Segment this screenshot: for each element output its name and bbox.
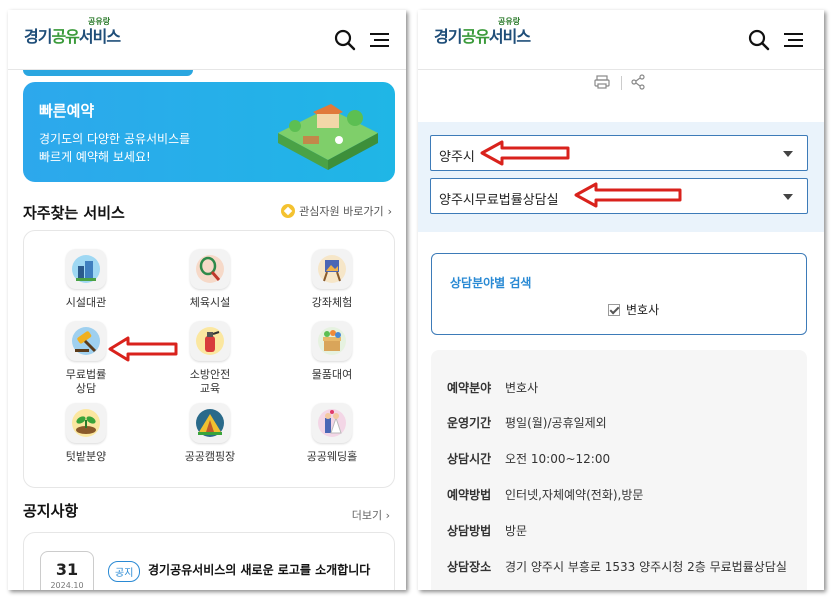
notice-more-link[interactable]: 더보기 ›	[352, 507, 390, 523]
lawyer-checkbox[interactable]: 변호사	[608, 301, 659, 318]
service-label: 소방안전 교육	[189, 368, 231, 395]
notice-day: 31	[55, 560, 79, 579]
farm-illustration-icon	[278, 104, 378, 170]
notice-card[interactable]: 31 2024.10 공지 경기공유서비스의 새로운 로고를 소개합니다	[23, 532, 395, 590]
banner-desc-line2: 빠르게 예약해 보세요!	[39, 150, 151, 164]
service-label: 강좌체험	[311, 296, 353, 309]
search-icon[interactable]	[332, 27, 358, 53]
service-public-camping[interactable]: 공공캠핑장	[160, 403, 260, 464]
header: 경기공유서비스 공유랑	[418, 10, 824, 70]
detail-key: 예약분야	[447, 381, 492, 395]
services-grid: 시설대관 체육시설 강좌체험 무료법률 상담 소방안전 교육 물품대여 텃밭분양…	[23, 230, 395, 488]
box-icon	[312, 321, 352, 361]
racket-icon	[190, 249, 230, 289]
detail-key: 상담장소	[447, 560, 492, 574]
divider	[621, 76, 622, 90]
service-label: 공공웨딩홀	[306, 450, 358, 463]
service-label: 텃밭분양	[65, 450, 107, 463]
quick-reservation-banner[interactable]: 빠른예약 경기도의 다양한 공유서비스를 빠르게 예약해 보세요!	[23, 82, 395, 182]
detail-row: 예약방법 인터넷,자체예약(전화),방문	[447, 487, 797, 504]
service-facility-rental[interactable]: 시설대관	[36, 249, 136, 310]
detail-value: 경기 양주시 부흥로 1533 양주시청 2층 무료법률상담실	[505, 560, 787, 574]
tent-icon	[190, 403, 230, 443]
banner-title: 빠른예약	[39, 102, 95, 120]
notice-section-title: 공지사항	[23, 502, 79, 520]
service-public-wedding-hall[interactable]: 공공웨딩홀	[282, 403, 382, 464]
notice-date: 31 2024.10	[40, 551, 94, 590]
red-arrow-annotation	[574, 182, 682, 208]
service-label: 체육시설	[189, 296, 231, 309]
logo[interactable]: 경기공유서비스 공유랑	[434, 17, 531, 47]
notice-tag-badge: 공지	[108, 561, 141, 582]
header: 경기공유서비스 공유랑	[8, 10, 406, 70]
city-select-value: 양주시	[439, 150, 475, 165]
detail-value: 방문	[505, 524, 528, 538]
detail-row: 상담시간 오전 10:00~12:00	[447, 451, 797, 468]
carousel-edge	[23, 70, 193, 76]
easel-icon	[312, 249, 352, 289]
service-label: 시설대관	[65, 296, 107, 309]
checkbox-label: 변호사	[626, 303, 660, 317]
logo[interactable]: 경기공유서비스 공유랑	[24, 17, 121, 47]
sprout-icon	[66, 403, 106, 443]
favorites-link[interactable]: 관심자원 바로가기 ›	[281, 203, 392, 219]
detail-info-panel: 예약분야 변호사 운영기간 평일(월)/공휴일제외 상담시간 오전 10:00~…	[431, 350, 807, 590]
menu-icon[interactable]	[366, 27, 392, 53]
chevron-down-icon	[783, 151, 793, 157]
service-label: 무료법률 상담	[65, 368, 107, 395]
share-icon[interactable]	[630, 74, 646, 90]
page-actions	[418, 72, 824, 96]
fire-extinguisher-icon	[190, 321, 230, 361]
service-lecture-experience[interactable]: 강좌체험	[282, 249, 382, 310]
detail-value: 오전 10:00~12:00	[505, 452, 611, 466]
red-arrow-annotation	[108, 336, 178, 362]
red-arrow-annotation	[480, 140, 570, 166]
chevron-right-icon: ›	[387, 204, 392, 218]
service-garden-allotment[interactable]: 텃밭분양	[36, 403, 136, 464]
print-icon[interactable]	[594, 74, 610, 90]
consultation-field-search: 상담분야별 검색 변호사	[431, 253, 807, 335]
detail-row: 상담방법 방문	[447, 523, 797, 540]
detail-row: 운영기간 평일(월)/공휴일제외	[447, 415, 797, 432]
detail-key: 상담시간	[447, 452, 492, 466]
menu-icon[interactable]	[780, 27, 806, 53]
building-icon	[66, 249, 106, 289]
service-select-value: 양주시무료법률상담실	[439, 193, 559, 208]
right-screen: 경기공유서비스 공유랑 양주시 양주시무료법률상담실 상담분야별 검색 변호사	[418, 10, 824, 590]
heart-icon	[281, 204, 296, 218]
favorites-link-label: 관심자원 바로가기	[299, 205, 384, 218]
detail-value: 인터넷,자체예약(전화),방문	[505, 488, 644, 502]
frequent-services-title: 자주찾는 서비스	[23, 204, 125, 222]
detail-value: 변호사	[505, 381, 539, 395]
service-label: 물품대여	[311, 368, 353, 381]
wedding-icon	[312, 403, 352, 443]
detail-row: 예약분야 변호사	[447, 380, 797, 397]
detail-key: 예약방법	[447, 488, 492, 502]
left-screen: 경기공유서비스 공유랑 빠른예약 경기도의 다양한 공유서비스를 빠르게 예약해…	[8, 10, 406, 590]
notice-date-sub: 2024.10	[50, 581, 84, 590]
chevron-down-icon	[783, 194, 793, 200]
service-item-rental[interactable]: 물품대여	[282, 321, 382, 382]
service-label: 공공캠핑장	[184, 450, 236, 463]
detail-row: 상담장소 경기 양주시 부흥로 1533 양주시청 2층 무료법률상담실	[447, 559, 797, 576]
banner-desc-line1: 경기도의 다양한 공유서비스를	[39, 132, 191, 146]
search-box-title: 상담분야별 검색	[450, 276, 532, 290]
checkbox-checked-icon[interactable]	[608, 303, 620, 316]
detail-key: 운영기간	[447, 416, 492, 430]
search-icon[interactable]	[746, 27, 772, 53]
detail-value: 평일(월)/공휴일제외	[505, 416, 607, 430]
detail-key: 상담방법	[447, 524, 492, 538]
gavel-icon	[66, 321, 106, 361]
notice-headline[interactable]: 경기공유서비스의 새로운 로고를 소개합니다	[148, 561, 388, 579]
service-sports-facility[interactable]: 체육시설	[160, 249, 260, 310]
